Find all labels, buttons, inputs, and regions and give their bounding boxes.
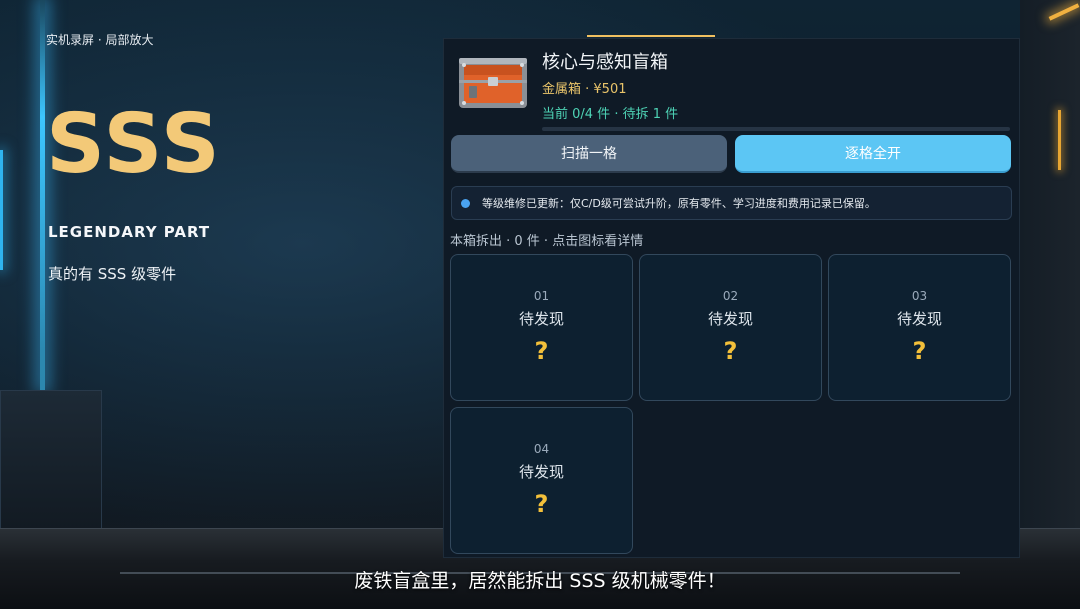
box-title: 核心与感知盲箱: [542, 52, 668, 73]
slot-status: 待发现: [518, 463, 564, 481]
wall-lamp-vertical: [1058, 110, 1061, 170]
slot-number: 04: [533, 442, 550, 456]
scan-one-slot-button[interactable]: 扫描一格: [451, 135, 727, 173]
slot-card[interactable]: 03 待发现 ?: [828, 254, 1011, 401]
neon-light-strip: [40, 0, 45, 390]
video-subtitle: 废铁盲盒里，居然能拆出 SSS 级机械零件！: [354, 570, 726, 592]
box-progress-bar: [542, 127, 1010, 131]
slot-status: 待发现: [896, 310, 942, 328]
slot-number: 01: [533, 289, 550, 303]
background-wall: [1020, 0, 1080, 528]
unboxed-summary: 本箱拆出 · 0 件 · 点击图标看详情: [450, 234, 644, 249]
rank-headline: SSS: [46, 97, 222, 192]
background-crate: [0, 390, 102, 532]
slot-number: 02: [722, 289, 739, 303]
question-mark-icon: ?: [534, 490, 549, 518]
recording-label: 实机录屏 · 局部放大: [46, 33, 154, 47]
panel-accent-bar: [587, 35, 715, 37]
legendary-part-label: LEGENDARY PART: [48, 223, 211, 241]
box-progress-text: 当前 0/4 件 · 待拆 1 件: [542, 107, 679, 122]
slot-card[interactable]: 01 待发现 ?: [450, 254, 633, 401]
update-notice: 等级维修已更新：仅C/D级可尝试升阶，原有零件、学习进度和费用记录已保留。: [451, 186, 1012, 220]
box-type-price: 金属箱 · ¥501: [542, 82, 627, 97]
question-mark-icon: ?: [912, 337, 927, 365]
open-all-slots-button[interactable]: 逐格全开: [735, 135, 1011, 173]
metal-box-icon: [459, 58, 527, 108]
slot-status: 待发现: [707, 310, 753, 328]
info-dot-icon: [461, 198, 470, 208]
update-notice-text: 等级维修已更新：仅C/D级可尝试升阶，原有零件、学习进度和费用记录已保留。: [482, 197, 876, 210]
slot-card[interactable]: 02 待发现 ?: [639, 254, 822, 401]
neon-light-strip-edge: [0, 150, 3, 270]
slot-status: 待发现: [518, 310, 564, 328]
question-mark-icon: ?: [723, 337, 738, 365]
slot-number: 03: [911, 289, 928, 303]
slot-card[interactable]: 04 待发现 ?: [450, 407, 633, 554]
claim-caption: 真的有 SSS 级零件: [48, 265, 177, 283]
question-mark-icon: ?: [534, 337, 549, 365]
